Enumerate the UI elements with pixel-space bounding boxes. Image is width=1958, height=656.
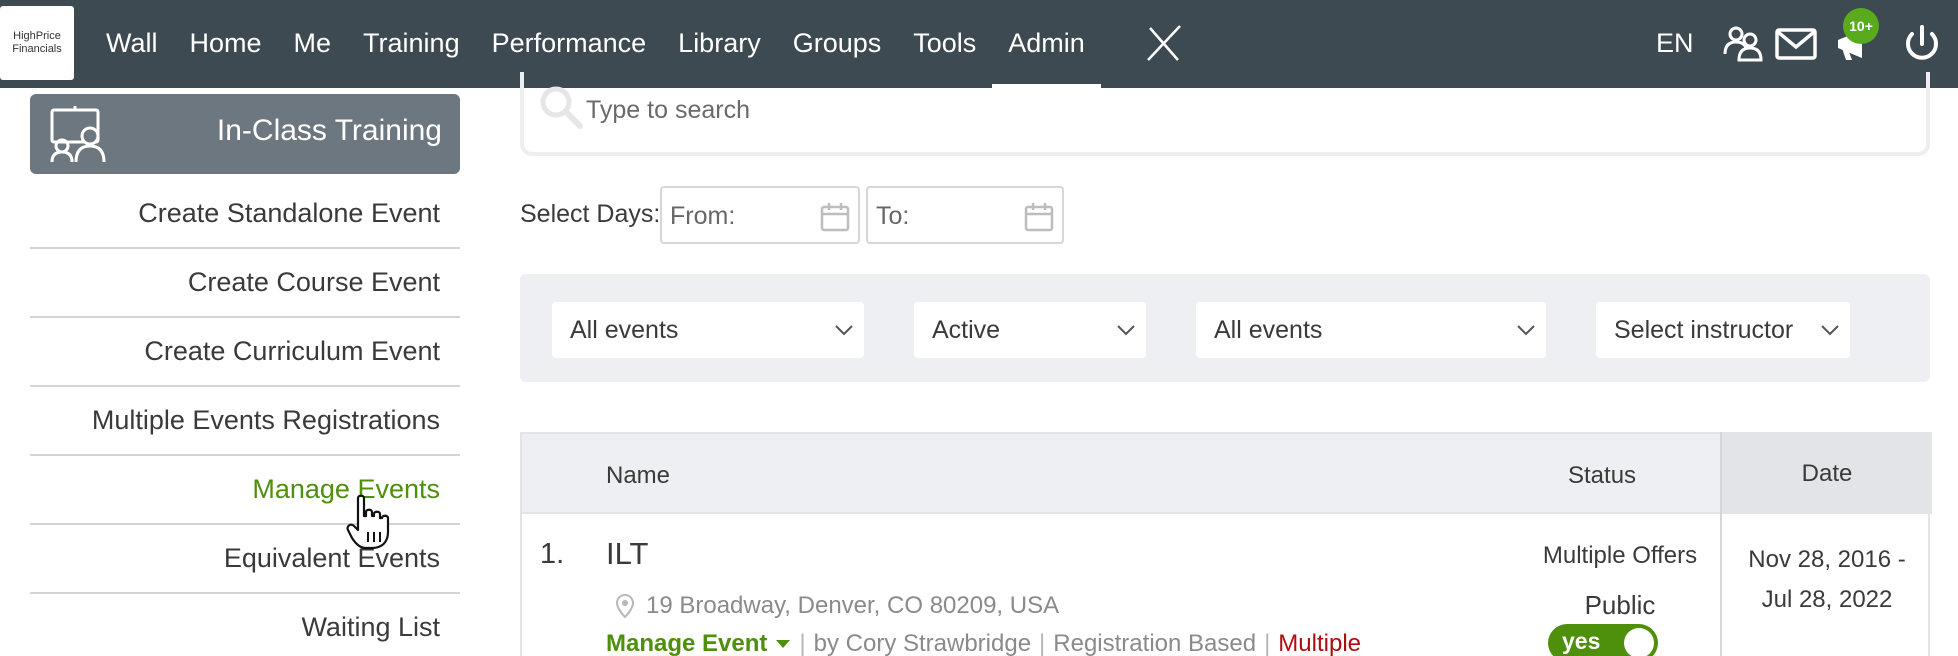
- event-address: 19 Broadway, Denver, CO 80209, USA: [616, 592, 1059, 620]
- event-scope-select[interactable]: All events: [1196, 302, 1546, 358]
- status-select-value: Active: [932, 316, 1001, 344]
- event-date-cell: Nov 28, 2016 - Jul 28, 2022: [1720, 514, 1932, 656]
- calendar-icon: [1024, 203, 1054, 232]
- chevron-down-icon: [1821, 325, 1839, 336]
- sidebar-menu: Create Standalone Event Create Course Ev…: [30, 180, 460, 656]
- company-logo[interactable]: HighPrice Financials: [0, 6, 74, 80]
- column-header-name[interactable]: Name: [606, 462, 670, 490]
- date-from-placeholder: From:: [670, 202, 736, 230]
- sidebar-item-create-standalone-event[interactable]: Create Standalone Event: [30, 180, 460, 249]
- filter-panel: All events Active All events Select inst…: [520, 274, 1930, 382]
- search-bar: [520, 72, 1930, 156]
- caret-down-icon[interactable]: [775, 639, 791, 649]
- public-toggle-value: yes: [1562, 628, 1601, 654]
- calendar-icon: [820, 203, 850, 232]
- row-index: 1.: [540, 538, 565, 570]
- sidebar-item-manage-events[interactable]: Manage Events: [30, 456, 460, 525]
- event-address-text: 19 Broadway, Denver, CO 80209, USA: [646, 592, 1060, 619]
- event-title[interactable]: ILT: [606, 536, 649, 572]
- chevron-down-icon: [835, 325, 853, 336]
- nav-me[interactable]: Me: [278, 0, 348, 88]
- instructor-select-value: Select instructor: [1614, 316, 1794, 344]
- meta-separator: |: [799, 630, 806, 656]
- date-to-field[interactable]: To:: [866, 186, 1064, 244]
- event-type-select-value: All events: [570, 316, 679, 344]
- column-header-date[interactable]: Date: [1720, 432, 1932, 514]
- nav-training[interactable]: Training: [347, 0, 476, 88]
- column-header-date-label: Date: [1801, 460, 1853, 487]
- meta-separator: |: [1039, 630, 1046, 656]
- sidebar-header[interactable]: In-Class Training: [30, 94, 460, 174]
- nav-wall[interactable]: Wall: [90, 0, 174, 88]
- events-table-header: Name Status Date: [520, 432, 1932, 514]
- manage-event-dropdown[interactable]: Manage Event: [606, 630, 767, 656]
- mail-icon[interactable]: [1774, 24, 1818, 64]
- hand-pointer-cursor-icon: [346, 494, 390, 550]
- search-input[interactable]: [586, 90, 1786, 130]
- date-to-placeholder: To:: [876, 202, 910, 230]
- meta-separator: |: [1264, 630, 1271, 656]
- users-icon[interactable]: [1722, 24, 1766, 64]
- logo-line-1: HighPrice: [13, 30, 61, 42]
- event-date-start: Nov 28, 2016 -: [1748, 546, 1906, 573]
- sidebar-item-create-curriculum-event[interactable]: Create Curriculum Event: [30, 318, 460, 387]
- chevron-down-icon: [1517, 325, 1535, 336]
- power-icon[interactable]: [1900, 24, 1944, 64]
- location-pin-icon: [616, 594, 634, 618]
- chevron-down-icon: [1117, 325, 1135, 336]
- multiple-link[interactable]: Multiple: [1278, 630, 1361, 656]
- x-logo-icon[interactable]: [1144, 24, 1184, 64]
- event-type-select[interactable]: All events: [552, 302, 864, 358]
- event-owner: by Cory Strawbridge: [813, 630, 1032, 656]
- select-days-label: Select Days:: [520, 200, 661, 228]
- event-date-end: Jul 28, 2022: [1761, 586, 1893, 613]
- event-date-range: Nov 28, 2016 - Jul 28, 2022: [1722, 540, 1932, 620]
- classroom-icon: [50, 106, 106, 163]
- instructor-select[interactable]: Select instructor: [1596, 302, 1850, 358]
- search-icon: [540, 86, 583, 129]
- public-label: Public: [1584, 590, 1656, 620]
- public-toggle[interactable]: yes: [1548, 624, 1658, 656]
- date-from-field[interactable]: From:: [660, 186, 860, 244]
- sidebar-item-waiting-list[interactable]: Waiting List: [30, 594, 460, 656]
- column-header-status[interactable]: Status: [1568, 462, 1636, 490]
- status-offers: Multiple Offers: [1542, 542, 1698, 569]
- event-meta: Manage Event | by Cory Strawbridge | Reg…: [606, 630, 1361, 656]
- toggle-knob: [1624, 628, 1654, 656]
- notifications-badge: 10+: [1843, 8, 1879, 44]
- logo-line-2: Financials: [12, 43, 62, 55]
- table-row: 1. ILT 19 Broadway, Denver, CO 80209, US…: [520, 514, 1930, 656]
- sidebar-item-equivalent-events[interactable]: Equivalent Events: [30, 525, 460, 594]
- nav-home[interactable]: Home: [174, 0, 278, 88]
- registration-type: Registration Based: [1053, 630, 1257, 656]
- language-selector[interactable]: EN: [1656, 28, 1694, 59]
- event-scope-select-value: All events: [1214, 316, 1323, 344]
- sidebar-header-label: In-Class Training: [216, 114, 442, 147]
- sidebar-item-multiple-events-registrations[interactable]: Multiple Events Registrations: [30, 387, 460, 456]
- sidebar-item-create-course-event[interactable]: Create Course Event: [30, 249, 460, 318]
- status-select[interactable]: Active: [914, 302, 1146, 358]
